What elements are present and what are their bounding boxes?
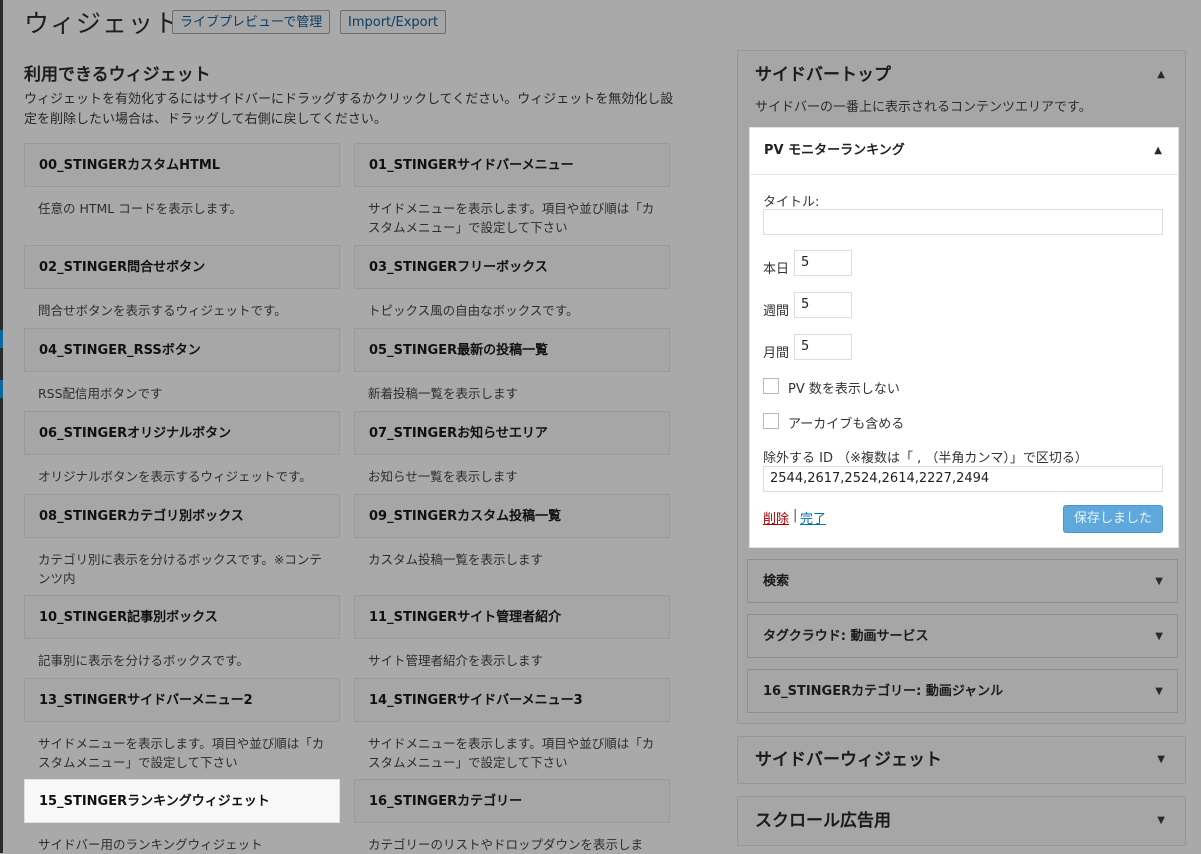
exclude-id-input[interactable]: 2544,2617,2524,2614,2227,2494 — [763, 466, 1163, 492]
widget-description: サイドバー用のランキングウィジェット — [38, 837, 263, 852]
collapse-arrow-icon[interactable]: ▲ — [1154, 128, 1162, 174]
expand-arrow-icon[interactable]: ▼ — [1157, 797, 1165, 845]
pv-ranking-widget-panel: PV モニターランキング ▲ タイトル: 本日 5 週間 5 月間 5 PV 数… — [749, 127, 1179, 548]
expand-arrow-icon[interactable]: ▼ — [1157, 737, 1165, 783]
widget-category[interactable]: 16_STINGERカテゴリー: 動画ジャンル ▼ — [747, 669, 1178, 713]
widget-title[interactable]: 01_STINGERサイドバーメニュー — [354, 143, 670, 187]
widget-description: サイドメニューを表示します。項目や並び順は「カスタムメニュー」で設定して下さい — [368, 736, 655, 770]
hide-pv-checkbox[interactable] — [763, 378, 779, 394]
month-count-input[interactable]: 5 — [794, 334, 852, 360]
widget-description: サイドメニューを表示します。項目や並び順は「カスタムメニュー」で設定して下さい — [38, 736, 325, 770]
widget-title[interactable]: 16_STINGERカテゴリー — [354, 779, 670, 823]
page-title: ウィジェット — [24, 9, 181, 38]
widget-item[interactable]: 10_STINGER記事別ボックス記事別に表示を分けるボックスです。 — [24, 595, 340, 670]
widget-title[interactable]: 07_STINGERお知らせエリア — [354, 411, 670, 455]
widget-item-selected[interactable]: 15_STINGERランキングウィジェットサイドバー用のランキングウィジェット — [24, 779, 340, 854]
widget-tag-cloud[interactable]: タグクラウド: 動画サービス ▼ — [747, 614, 1178, 658]
save-button[interactable]: 保存しました — [1063, 505, 1163, 533]
widget-item[interactable]: 16_STINGERカテゴリーカテゴリーのリストやドロップダウンを表示しま — [354, 779, 670, 854]
title-label: タイトル: — [763, 195, 820, 210]
include-archive-checkbox[interactable] — [763, 413, 779, 429]
sidebar-widget-area[interactable]: サイドバーウィジェット ▼ — [737, 736, 1186, 784]
widget-title: タグクラウド: 動画サービス — [763, 629, 929, 644]
widget-title[interactable]: 10_STINGER記事別ボックス — [24, 595, 340, 639]
widget-description: サイト管理者紹介を表示します — [368, 653, 544, 668]
available-widgets-title: 利用できるウィジェット — [24, 65, 211, 85]
widget-item[interactable]: 03_STINGERフリーボックストピックス風の自由なボックスです。 — [354, 245, 670, 320]
widget-item[interactable]: 08_STINGERカテゴリ別ボックスカテゴリ別に表示を分けるボックスです。※コ… — [24, 494, 340, 588]
expand-arrow-icon[interactable]: ▼ — [1155, 615, 1163, 658]
widget-description: 任意の HTML コードを表示します。 — [38, 201, 242, 216]
month-label: 月間 — [763, 346, 790, 361]
live-preview-button[interactable]: ライブプレビューで管理 — [172, 10, 331, 34]
widget-title: 検索 — [763, 574, 790, 589]
today-count-input[interactable]: 5 — [794, 250, 852, 276]
widget-title[interactable]: 02_STINGER問合せボタン — [24, 245, 340, 289]
link-separator: | — [793, 508, 798, 523]
widget-description: カスタム投稿一覧を表示します — [368, 552, 544, 567]
title-input[interactable] — [763, 209, 1163, 235]
widget-title[interactable]: 09_STINGERカスタム投稿一覧 — [354, 494, 670, 538]
widget-search[interactable]: 検索 ▼ — [747, 559, 1178, 603]
widget-description: お知らせ一覧を表示します — [368, 469, 518, 484]
sidebar-area-title: サイドバートップ — [755, 65, 891, 85]
widget-title[interactable]: 03_STINGERフリーボックス — [354, 245, 670, 289]
widget-description: 記事別に表示を分けるボックスです。 — [38, 653, 249, 668]
widget-title: 16_STINGERカテゴリー: 動画ジャンル — [763, 684, 1004, 699]
widget-description: カテゴリ別に表示を分けるボックスです。※コンテンツ内 — [38, 552, 322, 586]
widget-panel-title: PV モニターランキング — [764, 143, 905, 158]
widget-item[interactable]: 01_STINGERサイドバーメニューサイドメニューを表示します。項目や並び順は… — [354, 143, 670, 237]
widget-item[interactable]: 04_STINGER_RSSボタン RSS配信用ボタンです — [24, 328, 340, 403]
widget-item[interactable]: 02_STINGER問合せボタン問合せボタンを表示するウィジェットです。 — [24, 245, 340, 320]
today-label: 本日 — [763, 262, 790, 277]
available-widgets-description: ウィジェットを有効化するにはサイドバーにドラッグするかクリックしてください。ウィ… — [24, 92, 674, 127]
widget-item[interactable]: 00_STINGERカスタムHTML 任意の HTML コードを表示します。 — [24, 143, 340, 218]
menu-indicator — [0, 330, 3, 348]
widget-item[interactable]: 14_STINGERサイドバーメニュー3 サイドメニューを表示します。項目や並び順… — [354, 678, 670, 772]
widget-item[interactable]: 05_STINGER最新の投稿一覧新着投稿一覧を表示します — [354, 328, 670, 403]
sidebar-area-header[interactable]: スクロール広告用 ▼ — [738, 797, 1185, 845]
widget-panel-header[interactable]: PV モニターランキング ▲ — [750, 128, 1178, 175]
collapse-arrow-icon[interactable]: ▲ — [1157, 51, 1165, 99]
include-archive-label: アーカイブも含める — [788, 417, 905, 432]
hide-pv-label: PV 数を表示しない — [788, 382, 900, 397]
widget-description: トピックス風の自由なボックスです。 — [368, 303, 579, 318]
widget-description: RSS配信用ボタンです — [38, 386, 163, 401]
widget-item[interactable]: 06_STINGERオリジナルボタンオリジナルボタンを表示するウィジェットです。 — [24, 411, 340, 486]
expand-arrow-icon[interactable]: ▼ — [1155, 670, 1163, 713]
sidebar-top-header[interactable]: サイドバートップ ▲ — [738, 51, 1185, 99]
menu-indicator — [0, 380, 3, 398]
sidebar-area-description: サイドバーの一番上に表示されるコンテンツエリアです。 — [755, 100, 1092, 115]
exclude-id-label: 除外する ID （※複数は「 , （半角カンマ）」で区切る） — [763, 451, 1088, 466]
sidebar-area-title: サイドバーウィジェット — [755, 750, 942, 770]
widget-description: サイドメニューを表示します。項目や並び順は「カスタムメニュー」で設定して下さい — [368, 201, 655, 235]
widget-title[interactable]: 13_STINGERサイドバーメニュー2 — [24, 678, 340, 722]
widget-item[interactable]: 13_STINGERサイドバーメニュー2 サイドメニューを表示します。項目や並び順… — [24, 678, 340, 772]
admin-menu-edge — [0, 0, 3, 853]
widget-description: 新着投稿一覧を表示します — [368, 386, 519, 401]
week-count-input[interactable]: 5 — [794, 292, 852, 318]
week-label: 週間 — [763, 304, 790, 319]
widget-title[interactable]: 15_STINGERランキングウィジェット — [24, 779, 340, 823]
widget-item[interactable]: 11_STINGERサイト管理者紹介サイト管理者紹介を表示します — [354, 595, 670, 670]
widget-title[interactable]: 08_STINGERカテゴリ別ボックス — [24, 494, 340, 538]
expand-arrow-icon[interactable]: ▼ — [1155, 560, 1163, 603]
import-export-button[interactable]: Import/Export — [340, 10, 447, 34]
scroll-ad-area[interactable]: スクロール広告用 ▼ — [737, 796, 1186, 846]
widget-title[interactable]: 11_STINGERサイト管理者紹介 — [354, 595, 670, 639]
widget-item[interactable]: 07_STINGERお知らせエリアお知らせ一覧を表示します — [354, 411, 670, 486]
done-link[interactable]: 完了 — [800, 508, 826, 527]
widget-item[interactable]: 09_STINGERカスタム投稿一覧カスタム投稿一覧を表示します — [354, 494, 670, 569]
widget-title[interactable]: 00_STINGERカスタムHTML — [24, 143, 340, 187]
sidebar-area-title: スクロール広告用 — [755, 811, 891, 831]
sidebar-area-header[interactable]: サイドバーウィジェット ▼ — [738, 737, 1185, 783]
widget-description: オリジナルボタンを表示するウィジェットです。 — [38, 469, 312, 484]
widget-title[interactable]: 06_STINGERオリジナルボタン — [24, 411, 340, 455]
widget-title[interactable]: 05_STINGER最新の投稿一覧 — [354, 328, 670, 372]
widget-description: カテゴリーのリストやドロップダウンを表示しま — [368, 837, 644, 852]
widget-description: 問合せボタンを表示するウィジェットです。 — [38, 303, 287, 318]
widget-title[interactable]: 04_STINGER_RSSボタン — [24, 328, 340, 372]
widget-title[interactable]: 14_STINGERサイドバーメニュー3 — [354, 678, 670, 722]
delete-link[interactable]: 削除 — [763, 508, 789, 527]
